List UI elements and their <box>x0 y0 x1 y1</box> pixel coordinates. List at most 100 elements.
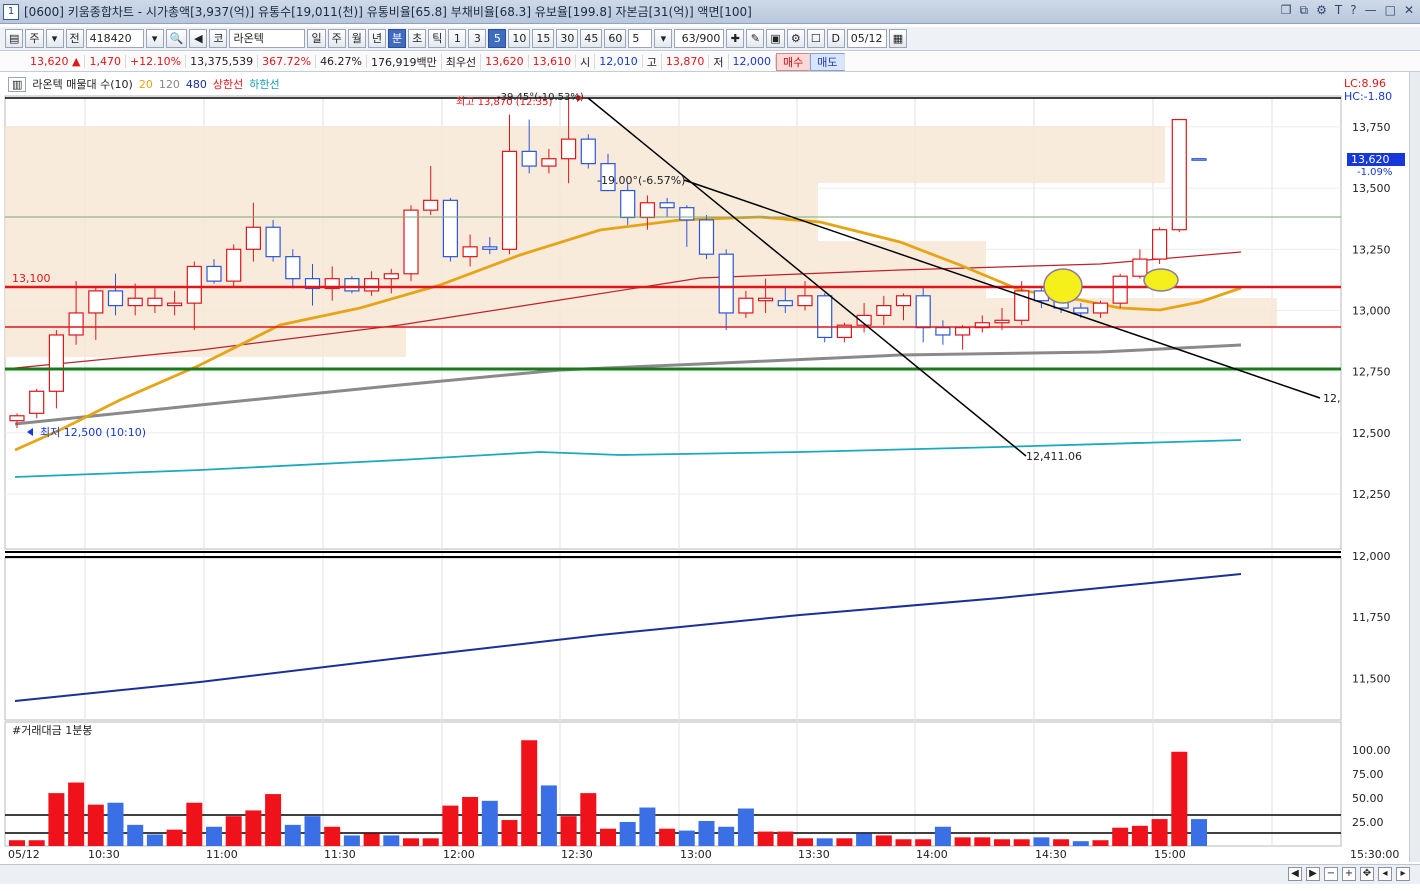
volume-bar-33 <box>659 828 676 846</box>
d-checkbox[interactable]: ☐ <box>806 29 825 48</box>
market-label[interactable]: 코 <box>209 29 228 48</box>
volume-bar-18 <box>363 833 380 846</box>
time-tick-6: 13:00 <box>680 848 712 861</box>
price-tick-5: 12,500 <box>1352 427 1391 440</box>
search-icon[interactable]: 🔍 <box>165 29 188 48</box>
layout-icon[interactable]: ▤ <box>5 29 24 48</box>
tab-day[interactable]: 일 <box>307 29 326 48</box>
open-price: 12,010 <box>595 55 643 68</box>
candle-body-54 <box>1073 307 1089 314</box>
move-icon[interactable]: ✥ <box>1360 867 1374 881</box>
zoom-in-icon[interactable]: + <box>1342 867 1356 881</box>
help-icon[interactable]: ? <box>1350 3 1356 18</box>
interval-select[interactable]: 5 <box>628 29 653 48</box>
candle-body-40 <box>797 295 813 307</box>
code-input[interactable]: 418420 <box>85 29 144 48</box>
volume-bar-9 <box>186 802 203 846</box>
interval-60[interactable]: 60 <box>604 29 627 48</box>
scroll-right-button[interactable]: ▶ <box>1306 867 1320 881</box>
date-field[interactable]: 05/12 <box>846 29 887 48</box>
candle-body-25 <box>501 150 518 250</box>
time-tick-3: 11:30 <box>324 848 356 861</box>
volume-tick-2: 50.00 <box>1352 792 1384 805</box>
interval-45[interactable]: 45 <box>580 29 603 48</box>
interval-dropdown-icon[interactable]: ▾ <box>654 29 673 48</box>
angle-annotation-1: -39.45°(-10.53%) <box>497 92 584 103</box>
minimize-icon[interactable]: — <box>1365 3 1377 18</box>
interval-30[interactable]: 30 <box>556 29 579 48</box>
buy-button[interactable]: 매수 <box>776 52 811 71</box>
restore-icon[interactable]: ❐ <box>1281 3 1292 18</box>
legend-lower: 하한선 <box>249 78 280 91</box>
bottom-scrollbar[interactable]: ◀ ▶ − + ✥ ◂ ▸ <box>0 864 1420 884</box>
candle-body-14 <box>285 256 301 280</box>
save-icon[interactable]: ▣ <box>766 29 785 48</box>
candle-body-22 <box>442 199 458 258</box>
crosshair-icon[interactable]: ✚ <box>726 29 745 48</box>
window-number[interactable]: 1 <box>3 3 19 20</box>
level-13100-label: 13,100 <box>12 272 51 285</box>
volume-bar-55 <box>1092 840 1109 846</box>
interval-10[interactable]: 10 <box>508 29 531 48</box>
count-field[interactable]: 63/900 <box>674 29 725 48</box>
prev-icon[interactable]: ◂ <box>1378 867 1392 881</box>
change-percent: +12.10% <box>126 55 187 68</box>
interval-5[interactable]: 5 <box>488 29 507 48</box>
sound-icon[interactable]: ◀ <box>189 29 208 48</box>
candle-body-46 <box>915 295 931 329</box>
candle-body-4 <box>88 290 104 314</box>
tab-tick[interactable]: 틱 <box>428 29 447 48</box>
trendline-end-label-1: 12,411.06 <box>1026 450 1082 463</box>
chart-area[interactable]: 13,75013,50013,25013,00012,75012,50012,2… <box>0 72 1420 891</box>
high-price: 13,870 <box>662 55 710 68</box>
volume-bar-6 <box>127 824 144 846</box>
scope-select[interactable]: 전 <box>65 29 84 48</box>
volume-bar-60 <box>1191 819 1207 846</box>
candle-body-11 <box>226 248 242 282</box>
code-dropdown-icon[interactable]: ▾ <box>145 29 164 48</box>
scroll-left-button[interactable]: ◀ <box>1288 867 1302 881</box>
tab-month[interactable]: 월 <box>347 29 366 48</box>
tab-week[interactable]: 주 <box>327 29 346 48</box>
tab-year[interactable]: 년 <box>367 29 386 48</box>
text-icon[interactable]: T <box>1335 3 1342 18</box>
candle-body-17 <box>344 278 360 292</box>
legend-title: 라온텍 매물대 수(10) <box>32 78 133 91</box>
gear-icon[interactable]: ⚙ <box>786 29 805 48</box>
calendar-icon[interactable]: ▦ <box>888 29 908 48</box>
candle-body-45 <box>895 295 912 307</box>
volume-bar-42 <box>836 838 853 846</box>
draw-icon[interactable]: ✎ <box>746 29 765 48</box>
stock-name-field[interactable]: 라온텍 <box>229 29 306 48</box>
candle-body-48 <box>954 327 971 336</box>
tab-minute[interactable]: 분 <box>387 29 407 48</box>
period-select[interactable]: 주 <box>25 29 44 48</box>
period-dropdown-icon[interactable]: ▾ <box>45 29 64 48</box>
legend-panel-icon[interactable]: ▥ <box>8 76 27 92</box>
volume-bar-12 <box>245 810 262 846</box>
volume-bar-10 <box>206 826 222 846</box>
open-label: 시 <box>576 53 596 70</box>
candle-body-31 <box>620 189 636 219</box>
volume-tick-1: 75.00 <box>1352 768 1384 781</box>
close-icon[interactable]: ✕ <box>1404 3 1414 18</box>
volume-bar-23 <box>462 796 479 846</box>
maximize-icon[interactable]: □ <box>1385 3 1396 18</box>
settings-icon[interactable]: ⚙ <box>1316 3 1327 18</box>
interval-3[interactable]: 3 <box>468 29 487 48</box>
zoom-out-icon[interactable]: − <box>1324 867 1338 881</box>
window-controls: ❐ ⧉ ⚙ T ? — □ ✕ <box>1281 3 1414 18</box>
sell-button[interactable]: 매도 <box>810 52 845 71</box>
price-tick-9: 11,500 <box>1352 672 1391 685</box>
candle-body-0 <box>9 415 25 422</box>
candle-body-13 <box>265 226 281 258</box>
interval-1[interactable]: 1 <box>448 29 467 48</box>
tab-second[interactable]: 초 <box>408 29 427 48</box>
vertical-scrollbar[interactable] <box>1409 72 1420 862</box>
next-icon[interactable]: ▸ <box>1396 867 1410 881</box>
interval-15[interactable]: 15 <box>532 29 555 48</box>
current-price: 13,620 ▲ <box>0 55 86 68</box>
volume-bar-48 <box>954 837 971 846</box>
popup-icon[interactable]: ⧉ <box>1300 3 1309 18</box>
price-tick-6: 12,250 <box>1352 488 1391 501</box>
